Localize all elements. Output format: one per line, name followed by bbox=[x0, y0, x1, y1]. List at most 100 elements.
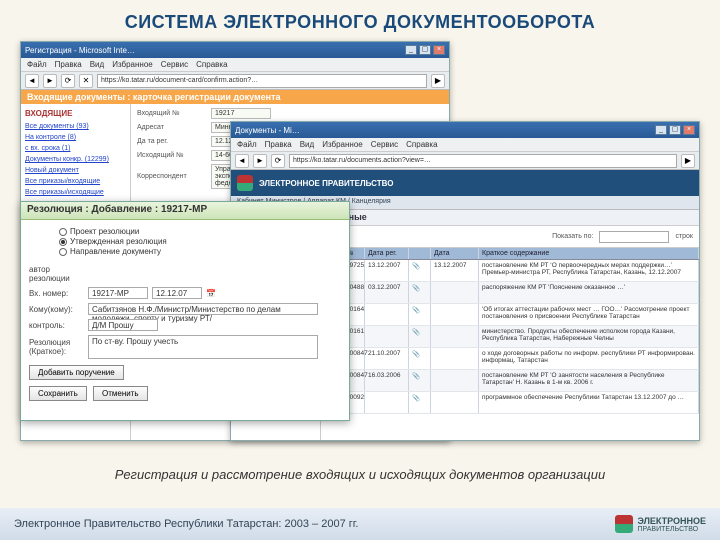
cell-summary: программное обеспечение Республики Татар… bbox=[479, 392, 699, 413]
cell-att: 📎 bbox=[409, 326, 431, 347]
lbl-rows: строк bbox=[675, 233, 693, 240]
fwd-icon[interactable]: ► bbox=[253, 154, 267, 168]
cell-att: 📎 bbox=[409, 282, 431, 303]
menu-view[interactable]: Вид bbox=[90, 60, 104, 69]
cell-date: 03.12.2007 bbox=[365, 282, 409, 303]
field-res[interactable]: По ст-ву. Прошу учесть bbox=[88, 335, 318, 359]
col-date[interactable]: Дата рег. bbox=[365, 248, 409, 259]
slide-title: СИСТЕМА ЭЛЕКТРОННОГО ДОКУМЕНТООБОРОТА bbox=[0, 0, 720, 41]
doc-a-header: Входящие документы : карточка регистраци… bbox=[21, 90, 449, 104]
col-att[interactable] bbox=[409, 248, 431, 259]
reload-icon[interactable]: ⟳ bbox=[271, 154, 285, 168]
close-icon[interactable]: × bbox=[433, 45, 445, 55]
table-row[interactable]: 10084721.10.2007📎о ходе договорных работ… bbox=[321, 348, 699, 370]
cell-date2 bbox=[431, 326, 479, 347]
close-icon[interactable]: × bbox=[683, 125, 695, 135]
slide-footer: Электронное Правительство Республики Тат… bbox=[0, 508, 720, 540]
table-row[interactable]: 10164📎'Об итогах аттестации рабочих мест… bbox=[321, 304, 699, 326]
menubar-a: Файл Правка Вид Избранное Сервис Справка bbox=[21, 58, 449, 72]
minimize-icon[interactable]: _ bbox=[405, 45, 417, 55]
cell-summary: 'Об итогах аттестации рабочих мест … ГОО… bbox=[479, 304, 699, 325]
dialog-title: Резолюция : Добавление : 19217-МР bbox=[21, 202, 349, 220]
cell-att: 📎 bbox=[409, 260, 431, 281]
back-icon[interactable]: ◄ bbox=[25, 74, 39, 88]
field-vxno-dlg[interactable]: 19217-МР bbox=[88, 287, 148, 299]
cell-att: 📎 bbox=[409, 304, 431, 325]
radio-draft[interactable]: Проект резолюции bbox=[59, 227, 341, 236]
lbl-addr: Адресат bbox=[137, 124, 207, 131]
cancel-button[interactable]: Отменить bbox=[93, 386, 148, 401]
cell-date: 13.12.2007 bbox=[365, 260, 409, 281]
menu-view[interactable]: Вид bbox=[300, 140, 314, 149]
table-row[interactable]: 10084716.03.2006📎постановление КМ РТ 'О … bbox=[321, 370, 699, 392]
menu-edit[interactable]: Правка bbox=[55, 60, 82, 69]
cell-att: 📎 bbox=[409, 370, 431, 391]
menu-edit[interactable]: Правка bbox=[265, 140, 292, 149]
sidebar-a-link[interactable]: с вх. срока (1) bbox=[25, 143, 126, 154]
sidebar-a-link[interactable]: На контроле (8) bbox=[25, 132, 126, 143]
lbl-corr: Корреспондент bbox=[137, 173, 207, 180]
menu-fav[interactable]: Избранное bbox=[112, 60, 153, 69]
radio-approved[interactable]: Утвержденная резолюция bbox=[59, 237, 341, 246]
menu-help[interactable]: Справка bbox=[406, 140, 437, 149]
table-row[interactable]: 1972513.12.2007📎13.12.2007постановление … bbox=[321, 260, 699, 282]
table-row[interactable]: 10092📎программное обеспечение Республики… bbox=[321, 392, 699, 414]
resolution-dialog: Резолюция : Добавление : 19217-МР Проект… bbox=[20, 201, 350, 421]
col-date2[interactable]: Дата bbox=[431, 248, 479, 259]
cell-date: 16.03.2006 bbox=[365, 370, 409, 391]
address-a[interactable]: https://ko.tatar.ru/document-card/confir… bbox=[97, 74, 427, 88]
radio-direction[interactable]: Направление документу bbox=[59, 247, 341, 256]
minimize-icon[interactable]: _ bbox=[655, 125, 667, 135]
menubar-b: Файл Правка Вид Избранное Сервис Справка bbox=[231, 138, 699, 152]
sidebar-a-link[interactable]: Все приказы/входящие bbox=[25, 176, 126, 187]
fwd-icon[interactable]: ► bbox=[43, 74, 57, 88]
field-vxdate[interactable]: 12.12.07 bbox=[152, 287, 202, 299]
menu-file[interactable]: Файл bbox=[27, 60, 47, 69]
cell-date2 bbox=[431, 370, 479, 391]
col-summary[interactable]: Краткое содержание bbox=[479, 248, 699, 259]
document-table: № Дата рег. Дата Краткое содержание 1972… bbox=[321, 248, 699, 440]
cell-date bbox=[365, 304, 409, 325]
reload-icon[interactable]: ⟳ bbox=[61, 74, 75, 88]
back-icon[interactable]: ◄ bbox=[235, 154, 249, 168]
maximize-icon[interactable]: ▢ bbox=[419, 45, 431, 55]
menu-file[interactable]: Файл bbox=[237, 140, 257, 149]
lbl-sort: Показать по: bbox=[552, 233, 593, 240]
menu-help[interactable]: Справка bbox=[196, 60, 227, 69]
cell-summary: постановление КМ РТ ‘О первоочередных ме… bbox=[479, 260, 699, 281]
maximize-icon[interactable]: ▢ bbox=[669, 125, 681, 135]
table-row[interactable]: 10161📎министерство. Продукты обеспечение… bbox=[321, 326, 699, 348]
add-task-button[interactable]: Добавить поручение bbox=[29, 365, 124, 380]
lbl-res: Резолюция (Краткое): bbox=[29, 338, 84, 356]
field-who[interactable]: Сабитзянов Н.Ф./Министр/Министерство по … bbox=[88, 303, 318, 315]
sidebar-a-link[interactable]: Документы конкр. (12299) bbox=[25, 154, 126, 165]
sidebar-a-link[interactable]: Новый документ bbox=[25, 165, 126, 176]
go-icon[interactable]: ▶ bbox=[681, 154, 695, 168]
sidebar-a-link[interactable]: Все приказы/исходящие bbox=[25, 187, 126, 198]
calendar-icon[interactable]: 📅 bbox=[206, 289, 216, 298]
cell-summary: постановление КМ РТ 'О занятости населен… bbox=[479, 370, 699, 391]
footer-text: Электронное Правительство Республики Тат… bbox=[14, 518, 358, 530]
table-row[interactable]: 1048803.12.2007📎распоряжение КМ РТ 'Пояс… bbox=[321, 282, 699, 304]
title-b-text: Документы - Mi… bbox=[235, 126, 300, 135]
cell-summary: распоряжение КМ РТ 'Пояснение оказанное … bbox=[479, 282, 699, 303]
menu-tools[interactable]: Сервис bbox=[371, 140, 398, 149]
titlebar-b[interactable]: Документы - Mi… _ ▢ × bbox=[231, 122, 699, 138]
field-vxno[interactable]: 19217 bbox=[211, 108, 271, 119]
radio-draft-label: Проект резолюции bbox=[70, 227, 139, 236]
cell-att: 📎 bbox=[409, 348, 431, 369]
egov-logo-icon bbox=[237, 175, 253, 191]
sort-input[interactable] bbox=[599, 231, 669, 243]
sidebar-a-link[interactable]: Все документы (93) bbox=[25, 121, 126, 132]
cell-date2 bbox=[431, 304, 479, 325]
go-icon[interactable]: ▶ bbox=[431, 74, 445, 88]
address-b[interactable]: https://ko.tatar.ru/documents.action?vie… bbox=[289, 154, 677, 168]
footer-logo: ЭЛЕКТРОННОЕ ПРАВИТЕЛЬСТВО bbox=[615, 515, 706, 533]
menu-tools[interactable]: Сервис bbox=[161, 60, 188, 69]
radio-approved-label: Утвержденная резолюция bbox=[70, 237, 167, 246]
save-button[interactable]: Сохранить bbox=[29, 386, 87, 401]
menu-fav[interactable]: Избранное bbox=[322, 140, 363, 149]
titlebar-a[interactable]: Регистрация - Microsoft Inte… _ ▢ × bbox=[21, 42, 449, 58]
stop-icon[interactable]: ✕ bbox=[79, 74, 93, 88]
field-ctrl[interactable]: Д/М Прошу bbox=[88, 319, 158, 331]
